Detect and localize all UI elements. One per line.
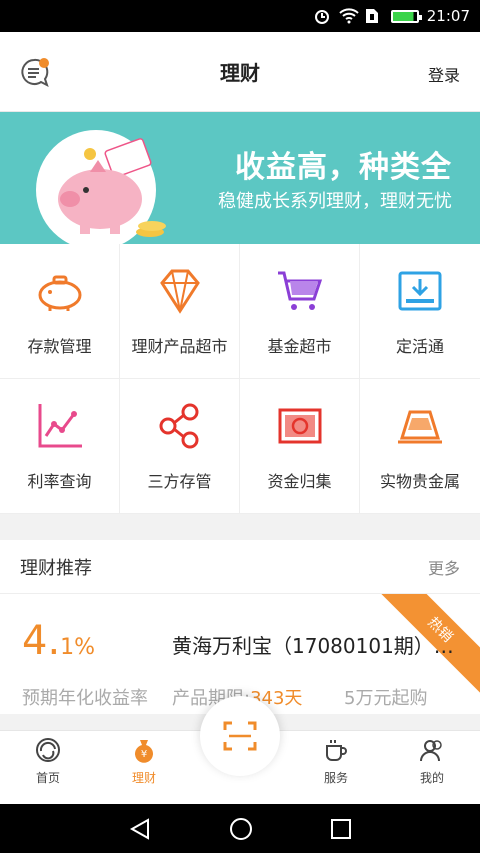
coffee-cup-icon: [326, 740, 347, 761]
rate-label: 预期年化收益率: [22, 688, 148, 709]
page-title: 理财: [220, 61, 260, 85]
gold-bar-icon: [398, 410, 442, 444]
scan-button[interactable]: [200, 696, 280, 776]
share-nodes-icon: [159, 403, 198, 449]
grid-item-label: 基金超市: [267, 337, 332, 356]
status-bar: 21:07: [0, 0, 480, 32]
line-chart-icon: [38, 404, 82, 448]
nav-finance[interactable]: ¥ 理财: [104, 737, 184, 786]
grid-item-label: 定活通: [395, 337, 444, 356]
back-icon[interactable]: [128, 817, 152, 841]
grid-item-rate-query[interactable]: 利率查询: [0, 379, 120, 514]
app-header: 理财 登录: [0, 32, 480, 112]
product-name: 黄海万利宝（17080101期）7...: [172, 634, 462, 658]
product-rate: 4.1%: [22, 618, 95, 664]
grid-item-precious-metal[interactable]: 实物贵金属: [360, 379, 480, 514]
grid-item-label: 利率查询: [27, 472, 92, 491]
grid-item-products[interactable]: 理财产品超市: [120, 244, 240, 379]
rate-main: 4.: [22, 618, 61, 664]
more-link[interactable]: 更多: [428, 555, 460, 579]
message-icon[interactable]: [20, 56, 52, 88]
login-button[interactable]: 登录: [428, 62, 460, 86]
recommend-title: 理财推荐: [20, 557, 92, 579]
grid-item-label: 理财产品超市: [131, 337, 228, 356]
sim-icon: [365, 8, 383, 24]
grid-item-dinghuotong[interactable]: 定活通: [360, 244, 480, 379]
promo-banner[interactable]: 收益高，种类全 稳健成长系列理财，理财无忧: [0, 112, 480, 244]
banner-headline: 收益高，种类全: [235, 150, 452, 185]
money-bag-icon: ¥: [135, 740, 153, 763]
home-button-icon[interactable]: [228, 816, 254, 842]
nav-finance-label: 理财: [131, 771, 156, 785]
grid-item-label: 资金归集: [267, 472, 332, 491]
nav-service-label: 服务: [323, 771, 348, 785]
svg-text:¥: ¥: [141, 749, 147, 760]
grid-item-label: 三方存管: [147, 472, 212, 491]
grid-item-label: 实物贵金属: [379, 472, 460, 491]
recommend-header: 理财推荐 更多: [0, 540, 480, 594]
piggy-illustration-icon: [58, 138, 166, 237]
user-icon: [420, 740, 442, 762]
status-time: 21:07: [426, 7, 470, 25]
grid-item-fund-collection[interactable]: 资金归集: [240, 379, 360, 514]
scan-icon: [223, 721, 257, 751]
grid-item-funds[interactable]: 基金超市: [240, 244, 360, 379]
wifi-icon: [339, 8, 359, 24]
grid-item-third-party[interactable]: 三方存管: [120, 379, 240, 514]
system-nav-bar: [0, 804, 480, 853]
piggy-bank-icon: [38, 275, 81, 311]
battery-icon: [390, 9, 422, 23]
grid-item-deposit[interactable]: 存款管理: [0, 244, 120, 379]
nav-mine-label: 我的: [419, 771, 444, 785]
home-icon: [36, 738, 60, 762]
download-box-icon: [398, 271, 442, 311]
shopping-cart-icon: [277, 271, 322, 310]
diamond-icon: [159, 269, 200, 314]
service-grid: 存款管理 理财产品超市 基金超市 定活通 利率查询 三方存管 资金归集 实物贵金…: [0, 244, 480, 514]
money-note-icon: [278, 408, 321, 444]
alarm-icon: [313, 8, 331, 24]
nav-mine[interactable]: 我的: [392, 737, 472, 786]
grid-item-label: 存款管理: [27, 337, 92, 356]
nav-home-label: 首页: [35, 771, 60, 785]
recent-apps-icon[interactable]: [330, 818, 352, 840]
min-amount: 5万元起购: [344, 688, 428, 709]
nav-home[interactable]: 首页: [8, 737, 88, 786]
rate-small: 1%: [60, 635, 96, 660]
nav-service[interactable]: 服务: [296, 737, 376, 786]
banner-subline: 稳健成长系列理财，理财无忧: [218, 191, 452, 212]
